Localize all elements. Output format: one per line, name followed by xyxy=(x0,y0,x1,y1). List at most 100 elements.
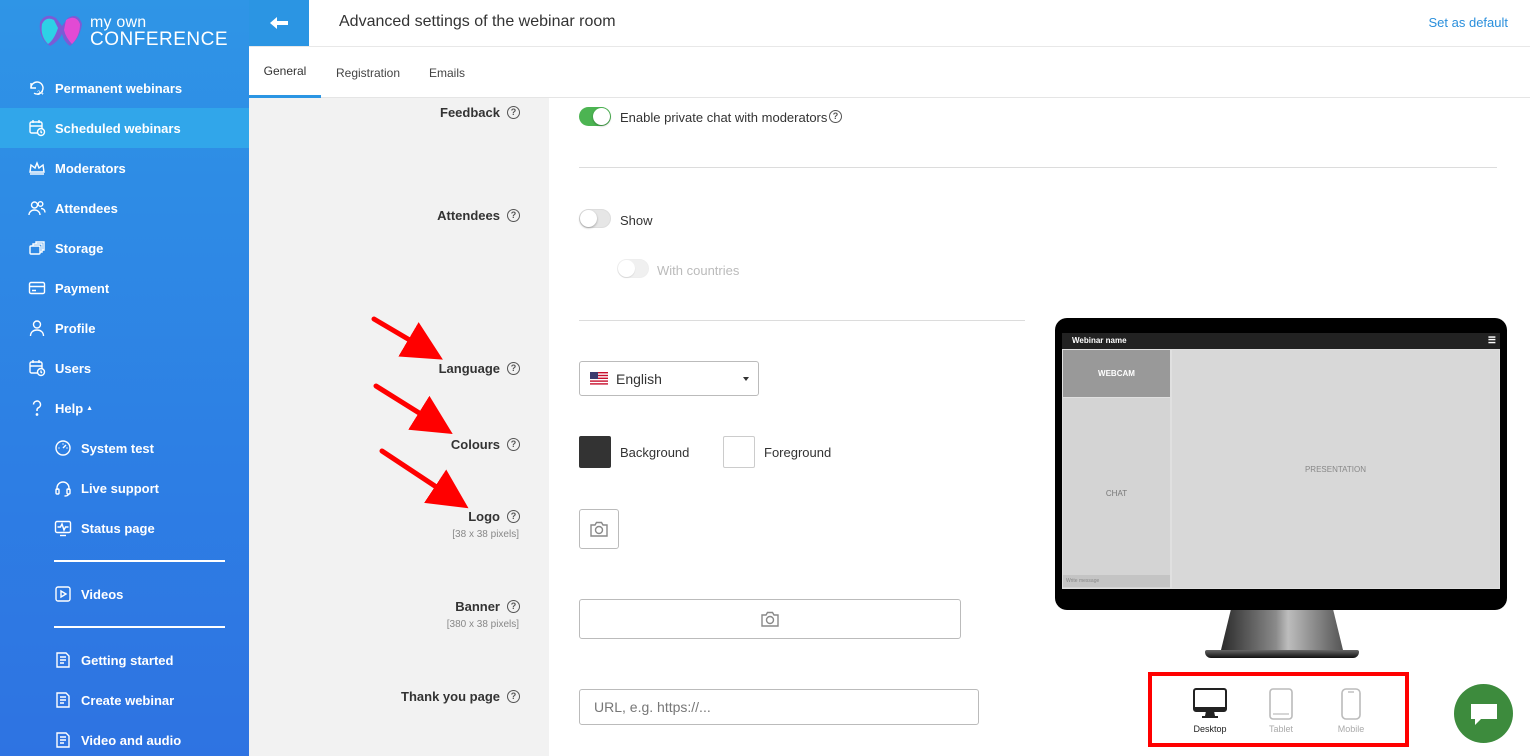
device-label: Mobile xyxy=(1337,724,1365,734)
sidebar-item-label: Help xyxy=(55,400,84,416)
foreground-color-label: Foreground xyxy=(764,445,832,460)
sidebar-item-live-support[interactable]: Live support xyxy=(0,468,249,508)
brand-logo[interactable]: my own CONFERENCE xyxy=(36,12,229,54)
caret-up-icon: ▲ xyxy=(86,404,94,412)
tab-general[interactable]: General xyxy=(249,47,321,98)
help-icon[interactable]: ? xyxy=(507,600,520,613)
sidebar-item-system-test[interactable]: System test xyxy=(0,428,249,468)
colours-label-text: Colours xyxy=(450,437,500,452)
sidebar-item-profile[interactable]: Profile xyxy=(0,308,249,348)
banner-upload-button[interactable] xyxy=(579,599,961,639)
with-countries-toggle[interactable] xyxy=(617,259,649,278)
thank-you-url-input[interactable] xyxy=(579,689,979,725)
language-label: Language? xyxy=(439,361,520,376)
desktop-preview-monitor: Webinar name ☰ WEBCAM CHAT Write message… xyxy=(1055,318,1507,610)
sidebar-divider xyxy=(54,560,225,562)
sidebar-item-help[interactable]: Help ▲ xyxy=(0,388,249,428)
calendar-clock-icon xyxy=(29,120,46,137)
tab-registration[interactable]: Registration xyxy=(329,47,407,98)
help-icon[interactable]: ? xyxy=(507,362,520,375)
sidebar-item-scheduled-webinars[interactable]: Scheduled webinars xyxy=(0,108,249,148)
folders-icon xyxy=(29,241,45,255)
book-icon xyxy=(56,732,70,748)
back-button[interactable] xyxy=(249,0,309,46)
sidebar-item-payment[interactable]: Payment xyxy=(0,268,249,308)
sidebar-item-video-and-audio[interactable]: Video and audio xyxy=(0,720,249,756)
caret-down-icon xyxy=(743,377,749,381)
banner-label: Banner? xyxy=(455,599,520,614)
svg-text:24: 24 xyxy=(37,91,44,97)
sidebar-item-label: Video and audio xyxy=(81,732,182,748)
with-countries-label: With countries xyxy=(657,263,740,278)
people-icon xyxy=(28,201,46,216)
settings-tabs: General Registration Emails xyxy=(249,47,1530,98)
gauge-icon xyxy=(55,440,71,456)
show-attendees-toggle[interactable] xyxy=(579,209,611,228)
us-flag-icon xyxy=(590,372,608,385)
sidebar-item-status-page[interactable]: Status page xyxy=(0,508,249,548)
sidebar-item-create-webinar[interactable]: Create webinar xyxy=(0,680,249,720)
logo-size-hint: [38 x 38 pixels] xyxy=(452,529,519,540)
sidebar-item-label: Attendees xyxy=(55,200,118,216)
brand-line-2: CONFERENCE xyxy=(90,29,229,50)
support-chat-button[interactable] xyxy=(1454,684,1513,743)
language-select[interactable]: English xyxy=(579,361,759,396)
private-chat-label: Enable private chat with moderators xyxy=(620,110,828,125)
sidebar-item-getting-started[interactable]: Getting started xyxy=(0,640,249,680)
sidebar-item-moderators[interactable]: Moderators xyxy=(0,148,249,188)
sidebar-item-permanent-webinars[interactable]: 24 Permanent webinars xyxy=(0,68,249,108)
device-tablet-button[interactable]: Tablet xyxy=(1251,688,1311,742)
tablet-icon xyxy=(1269,688,1293,720)
sidebar-item-attendees[interactable]: Attendees xyxy=(0,188,249,228)
private-chat-toggle[interactable] xyxy=(579,107,611,126)
help-icon[interactable]: ? xyxy=(507,690,520,703)
sidebar-item-label: Scheduled webinars xyxy=(55,120,181,136)
thank-you-label: Thank you page? xyxy=(401,689,520,704)
preview-presentation: PRESENTATION xyxy=(1172,350,1499,588)
sidebar-item-label: Videos xyxy=(81,586,124,602)
monitor-stand-neck xyxy=(1221,610,1343,650)
sidebar-item-videos[interactable]: Videos xyxy=(0,574,249,614)
toggle-knob xyxy=(580,210,597,227)
hamburger-menu-icon: ☰ xyxy=(1487,335,1496,345)
sidebar: my own CONFERENCE 24 Permanent webinars … xyxy=(0,0,249,756)
sidebar-item-users[interactable]: Users xyxy=(0,348,249,388)
help-icon[interactable]: ? xyxy=(507,106,520,119)
help-icon[interactable]: ? xyxy=(507,438,520,451)
logo-label: Logo? xyxy=(468,509,520,524)
device-desktop-button[interactable]: Desktop xyxy=(1180,688,1240,742)
sidebar-item-label: Moderators xyxy=(55,160,126,176)
logo-upload-button[interactable] xyxy=(579,509,619,549)
sidebar-item-label: Profile xyxy=(55,320,96,336)
show-attendees-label: Show xyxy=(620,213,653,228)
language-label-text: Language xyxy=(438,361,500,376)
attendees-label: Attendees? xyxy=(437,208,520,223)
banner-size-hint: [380 x 38 pixels] xyxy=(446,619,519,630)
camera-icon xyxy=(590,521,608,537)
page-title: Advanced settings of the webinar room xyxy=(339,13,616,30)
pulse-monitor-icon xyxy=(54,520,72,537)
preview-message-placeholder: Write message xyxy=(1066,578,1100,584)
calendar-24-icon: 24 xyxy=(30,81,44,97)
section-divider xyxy=(579,167,1497,168)
set-as-default-link[interactable]: Set as default xyxy=(1429,15,1509,30)
help-icon[interactable]: ? xyxy=(829,110,842,123)
device-switcher: Desktop Tablet Mobile xyxy=(1148,672,1409,747)
tab-emails[interactable]: Emails xyxy=(421,47,473,98)
help-icon[interactable]: ? xyxy=(507,209,520,222)
sidebar-item-label: Storage xyxy=(55,240,104,256)
device-mobile-button[interactable]: Mobile xyxy=(1321,688,1381,742)
monitor-stand-base xyxy=(1205,650,1359,658)
question-icon xyxy=(32,400,42,416)
thank-you-label-text: Thank you page xyxy=(401,689,500,704)
toggle-knob xyxy=(593,108,610,125)
mobile-icon xyxy=(1341,688,1361,720)
background-color-swatch[interactable] xyxy=(579,436,611,468)
help-icon[interactable]: ? xyxy=(507,510,520,523)
book-icon xyxy=(56,692,70,708)
sidebar-item-storage[interactable]: Storage xyxy=(0,228,249,268)
foreground-color-swatch[interactable] xyxy=(723,436,755,468)
settings-labels-column: Feedback? Attendees? Language? Colours? … xyxy=(249,98,549,756)
background-color-label: Background xyxy=(620,445,690,460)
crown-icon xyxy=(29,161,45,175)
